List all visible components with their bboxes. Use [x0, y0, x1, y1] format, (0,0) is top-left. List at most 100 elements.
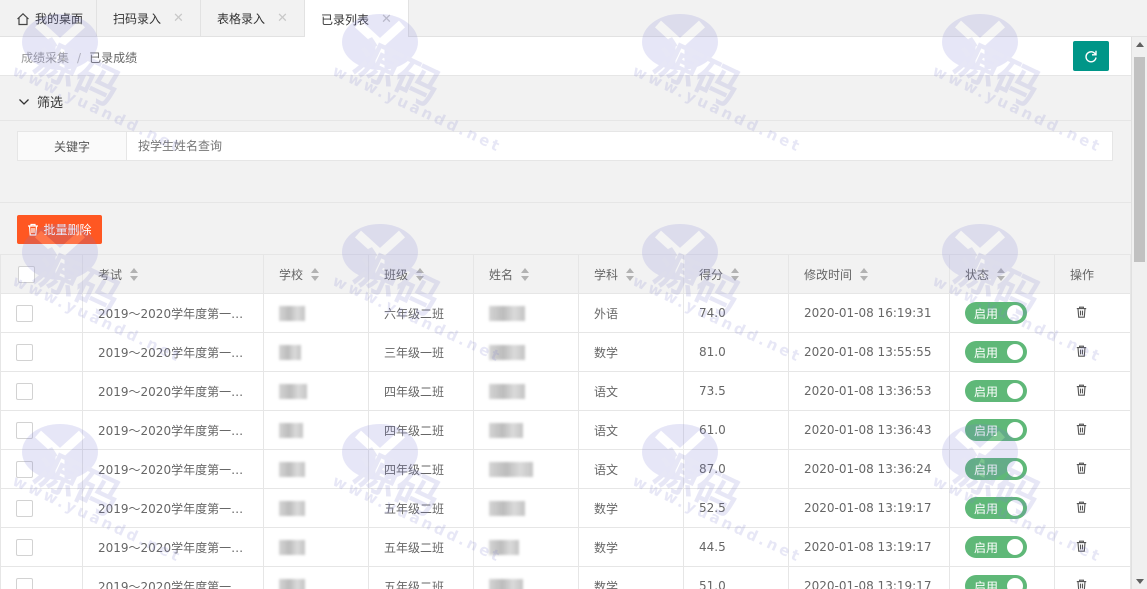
- status-toggle[interactable]: 启用: [965, 302, 1027, 324]
- cell-status: 启用: [949, 566, 1055, 589]
- column-header-subject[interactable]: 学科: [578, 254, 684, 294]
- table-row[interactable]: 2019～2020学年度第一… 四年级二班 语文 61.0 2020-01-08 13:…: [0, 410, 1131, 450]
- cell-class: 四年级二班: [368, 371, 474, 411]
- select-all-checkbox[interactable]: [18, 265, 35, 283]
- keyword-search-input[interactable]: [126, 131, 1113, 161]
- cell-name: [473, 371, 579, 411]
- blurred-school: [279, 422, 303, 438]
- table-row[interactable]: 2019～2020学年度第一… 六年级二班 外语 74.0 2020-01-08 16:…: [0, 293, 1131, 333]
- status-toggle[interactable]: 启用: [965, 536, 1027, 558]
- sort-icon[interactable]: [416, 268, 425, 282]
- status-toggle[interactable]: 启用: [965, 458, 1027, 480]
- status-toggle[interactable]: 启用: [965, 575, 1027, 589]
- sort-icon[interactable]: [521, 268, 530, 282]
- breadcrumb-parent[interactable]: 成绩采集: [21, 51, 69, 65]
- cell-subject: 语文: [578, 371, 684, 411]
- scroll-up-arrow[interactable]: [1136, 42, 1144, 47]
- cell-subject: 数学: [578, 488, 684, 528]
- status-toggle[interactable]: 启用: [965, 341, 1027, 363]
- status-toggle-label: 启用: [974, 540, 999, 555]
- column-header-class[interactable]: 班级: [368, 254, 474, 294]
- column-header-school[interactable]: 学校: [263, 254, 369, 294]
- column-header-exam[interactable]: 考试: [82, 254, 264, 294]
- page-scrollbar[interactable]: [1131, 37, 1147, 589]
- status-toggle-label: 启用: [974, 384, 999, 399]
- delete-row-icon[interactable]: [1076, 423, 1087, 438]
- cell-status: 启用: [949, 293, 1055, 333]
- cell-class: 五年级二班: [368, 488, 474, 528]
- scrollbar-thumb[interactable]: [1134, 57, 1145, 262]
- sort-icon[interactable]: [311, 268, 320, 282]
- cell-modified: 2020-01-08 13:36:53: [788, 371, 950, 411]
- delete-row-icon[interactable]: [1076, 579, 1087, 589]
- table-row[interactable]: 2019～2020学年度第一… 四年级二班 语文 73.5 2020-01-08 13:…: [0, 371, 1131, 411]
- table-row[interactable]: 2019～2020学年度第一… 三年级一班 数学 81.0 2020-01-08 13:…: [0, 332, 1131, 372]
- tab-home[interactable]: 我的桌面: [0, 0, 97, 37]
- refresh-button[interactable]: [1073, 41, 1109, 71]
- column-header-label: 得分: [699, 267, 724, 282]
- delete-row-icon[interactable]: [1076, 345, 1087, 360]
- cell-modified: 2020-01-08 13:19:17: [788, 488, 950, 528]
- table-row[interactable]: 2019～2020学年度第一… 五年级二班 数学 52.5 2020-01-08 13:…: [0, 488, 1131, 528]
- delete-row-icon[interactable]: [1076, 501, 1087, 516]
- row-checkbox[interactable]: [16, 577, 33, 589]
- table-row[interactable]: 2019～2020学年度第一… 五年级二班 数学 44.5 2020-01-08 13:…: [0, 527, 1131, 567]
- status-toggle[interactable]: 启用: [965, 497, 1027, 519]
- tab-scan-entry[interactable]: 扫码录入 ✕: [97, 0, 201, 37]
- row-checkbox[interactable]: [16, 382, 33, 400]
- cell-modified: 2020-01-08 16:19:31: [788, 293, 950, 333]
- filter-toggle[interactable]: 筛选: [18, 92, 63, 111]
- delete-row-icon[interactable]: [1076, 384, 1087, 399]
- column-header-name[interactable]: 姓名: [473, 254, 579, 294]
- cell-actions: [1054, 488, 1131, 528]
- close-icon[interactable]: ✕: [277, 11, 288, 26]
- row-checkbox[interactable]: [16, 343, 33, 361]
- column-header-label: 学校: [279, 267, 304, 282]
- cell-subject: 语文: [578, 410, 684, 450]
- close-icon[interactable]: ✕: [381, 12, 392, 27]
- trash-icon: [28, 223, 39, 236]
- column-header-modified[interactable]: 修改时间: [788, 254, 950, 294]
- tab-table-entry[interactable]: 表格录入 ✕: [201, 0, 305, 37]
- sort-icon[interactable]: [626, 268, 635, 282]
- sort-icon[interactable]: [997, 268, 1006, 282]
- delete-row-icon[interactable]: [1076, 306, 1087, 321]
- table-row[interactable]: 2019～2020学年度第一… 四年级二班 语文 87.0 2020-01-08 13:…: [0, 449, 1131, 489]
- row-checkbox[interactable]: [16, 538, 33, 556]
- row-checkbox[interactable]: [16, 421, 33, 439]
- cell-status: 启用: [949, 371, 1055, 411]
- row-checkbox[interactable]: [16, 499, 33, 517]
- status-toggle[interactable]: 启用: [965, 419, 1027, 441]
- cell-exam: 2019～2020学年度第一…: [82, 410, 264, 450]
- column-header-status[interactable]: 状态: [949, 254, 1055, 294]
- blurred-name: [489, 383, 525, 399]
- sort-icon[interactable]: [731, 268, 740, 282]
- delete-row-icon[interactable]: [1076, 462, 1087, 477]
- table-row[interactable]: 2019～2020学年度第一… 五年级二班 数学 51.0 2020-01-08 13:…: [0, 566, 1131, 589]
- sort-icon[interactable]: [130, 268, 139, 282]
- toggle-knob: [1007, 344, 1023, 360]
- scroll-down-arrow[interactable]: [1136, 579, 1144, 584]
- cell-actions: [1054, 566, 1131, 589]
- column-header-score[interactable]: 得分: [683, 254, 789, 294]
- cell-status: 启用: [949, 449, 1055, 489]
- row-select-cell: [0, 332, 83, 372]
- close-icon[interactable]: ✕: [173, 11, 184, 26]
- row-select-cell: [0, 410, 83, 450]
- cell-name: [473, 488, 579, 528]
- sort-icon[interactable]: [860, 268, 869, 282]
- cell-exam: 2019～2020学年度第一…: [82, 488, 264, 528]
- cell-score: 73.5: [683, 371, 789, 411]
- cell-modified: 2020-01-08 13:19:17: [788, 566, 950, 589]
- cell-school: [263, 527, 369, 567]
- blurred-school: [279, 344, 301, 360]
- row-checkbox[interactable]: [16, 460, 33, 478]
- divider: [0, 120, 1131, 121]
- cell-subject: 数学: [578, 566, 684, 589]
- cell-school: [263, 410, 369, 450]
- delete-row-icon[interactable]: [1076, 540, 1087, 555]
- status-toggle[interactable]: 启用: [965, 380, 1027, 402]
- batch-delete-button[interactable]: 批量删除: [17, 215, 102, 244]
- tab-recorded-list[interactable]: 已录列表 ✕: [305, 0, 409, 38]
- row-checkbox[interactable]: [16, 304, 33, 322]
